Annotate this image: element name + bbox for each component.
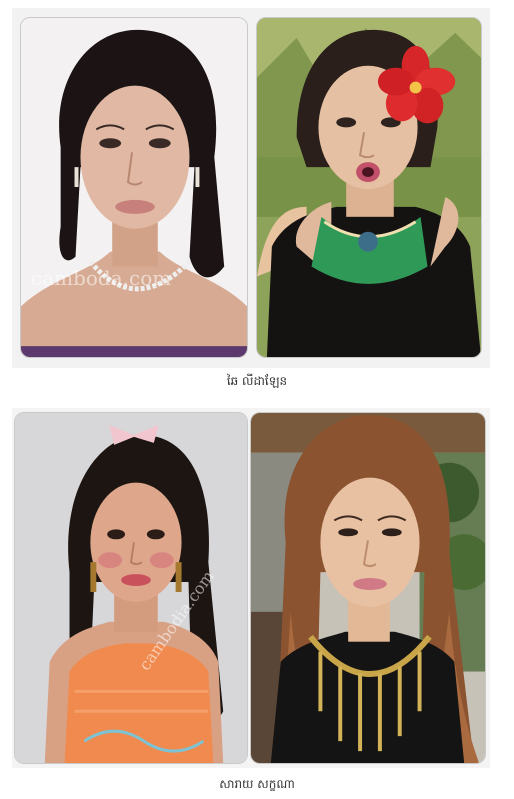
portrait-image <box>257 18 481 357</box>
portrait-photo-after <box>256 17 482 358</box>
portrait-image <box>21 18 247 357</box>
photo-caption: សារាយ សក្ខណា <box>219 777 295 791</box>
portrait-image <box>15 413 247 763</box>
portrait-photo-before: camboda.com <box>20 17 248 358</box>
portrait-image <box>251 413 485 763</box>
photo-caption: ឆៃ លីដាឡែន <box>226 374 288 388</box>
portrait-photo-before: cambodia.com <box>14 412 248 764</box>
portrait-photo-after <box>250 412 486 764</box>
